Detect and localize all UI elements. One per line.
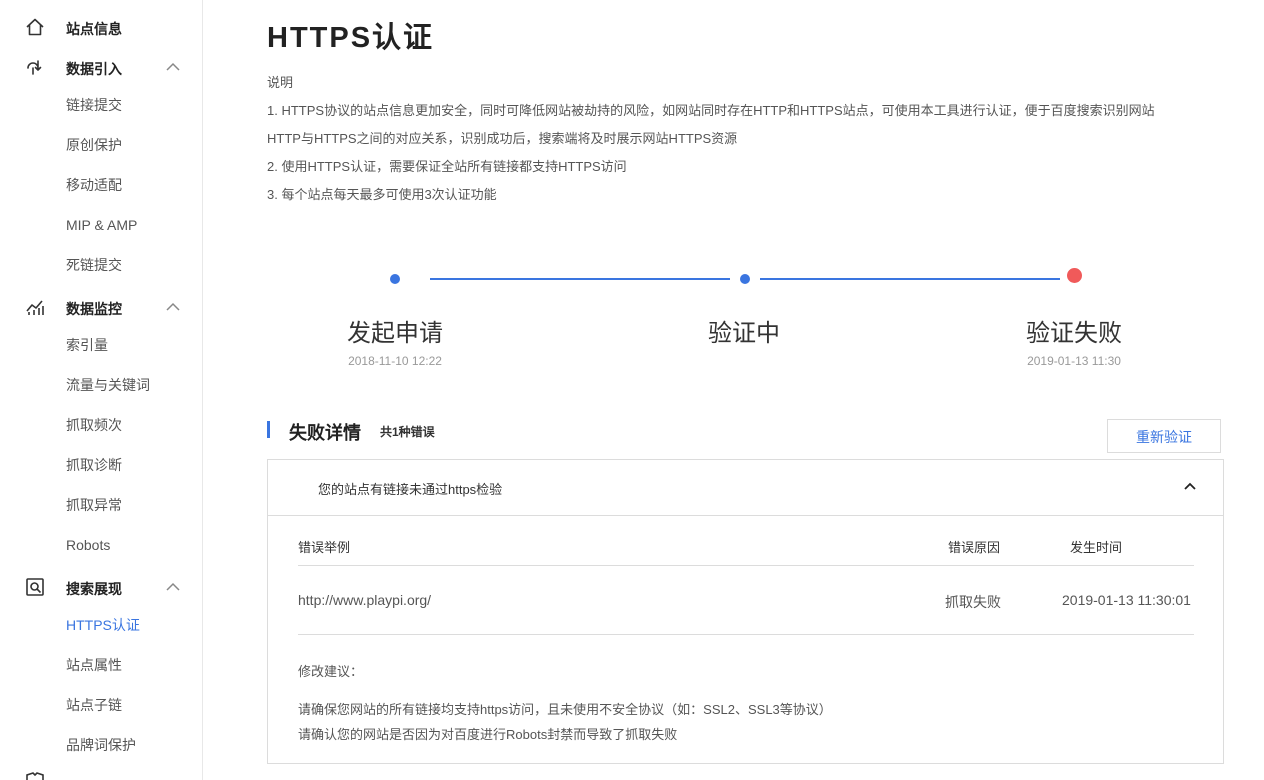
- panel-header[interactable]: 您的站点有链接未通过https检验: [268, 460, 1223, 516]
- chevron-up-icon[interactable]: [165, 299, 181, 315]
- sidebar-item-traffic-keywords[interactable]: 流量与关键词: [66, 375, 150, 395]
- error-time: 2019-01-13 11:30:01: [1062, 592, 1191, 608]
- error-url: http://www.playpi.org/: [298, 592, 432, 608]
- sidebar-group-label: 搜索展现: [66, 581, 122, 597]
- step-time-submitted: 2018-11-10 12:22: [348, 354, 442, 368]
- sidebar-item-mobile-adapt[interactable]: 移动适配: [66, 175, 122, 195]
- sidebar-item-site-attributes[interactable]: 站点属性: [66, 655, 122, 675]
- sidebar-item-crawl-errors[interactable]: 抓取异常: [66, 495, 122, 515]
- step-dot-failed: [1067, 268, 1082, 283]
- section-accent-bar: [267, 421, 270, 438]
- step-dot-submitted: [390, 274, 400, 284]
- sidebar: 站点信息 数据引入 链接提交 原创保护 移动适配 MIP & AMP 死链提交 …: [0, 0, 203, 780]
- panel-title: 您的站点有链接未通过https检验: [318, 482, 503, 497]
- step-label-failed: 验证失败: [1026, 320, 1122, 347]
- column-header-time: 发生时间: [1070, 540, 1123, 555]
- home-icon: [26, 18, 44, 36]
- sidebar-item-link-submit[interactable]: 链接提交: [66, 95, 122, 115]
- chevron-up-icon[interactable]: [165, 59, 181, 75]
- progress-line: [430, 278, 730, 280]
- step-time-failed: 2019-01-13 11:30: [1027, 354, 1121, 368]
- sidebar-item-brand-protection[interactable]: 品牌词保护: [66, 735, 136, 755]
- next-group-icon: [26, 772, 44, 780]
- sidebar-item-crawl-diagnosis[interactable]: 抓取诊断: [66, 455, 122, 475]
- suggestion-heading: 修改建议：: [298, 664, 364, 679]
- progress-line: [760, 278, 1060, 280]
- description-line: 1. HTTPS协议的站点信息更加安全，同时可降低网站被劫持的风险，如网站同时存…: [267, 103, 1155, 118]
- data-import-icon: [27, 60, 42, 75]
- sidebar-group-data-monitor[interactable]: 数据监控: [0, 287, 202, 327]
- sidebar-item-index-volume[interactable]: 索引量: [66, 335, 108, 355]
- chevron-up-icon[interactable]: [1182, 478, 1198, 494]
- step-label-verifying: 验证中: [708, 320, 780, 347]
- step-label-submitted: 发起申请: [347, 320, 443, 347]
- page-title: HTTPS认证: [267, 22, 435, 54]
- sidebar-item-https-auth[interactable]: HTTPS认证: [66, 615, 140, 635]
- suggestion-line: 请确保您网站的所有链接均支持https访问，且未使用不安全协议（如：SSL2、S…: [298, 702, 832, 717]
- error-count: 共1种错误: [380, 425, 435, 439]
- error-reason: 抓取失败: [945, 594, 1001, 610]
- chart-icon: [26, 300, 44, 315]
- description-line: 2. 使用HTTPS认证，需要保证全站所有链接都支持HTTPS访问: [267, 159, 627, 174]
- failure-panel: 您的站点有链接未通过https检验 错误举例 错误原因 发生时间 http://…: [267, 459, 1224, 764]
- chevron-up-icon[interactable]: [165, 579, 181, 595]
- sidebar-item-crawl-frequency[interactable]: 抓取频次: [66, 415, 122, 435]
- divider: [298, 634, 1194, 635]
- sidebar-item-robots[interactable]: Robots: [66, 535, 110, 555]
- section-title: 失败详情: [289, 423, 361, 443]
- description-heading: 说明: [267, 75, 294, 90]
- sidebar-group-search-display[interactable]: 搜索展现: [0, 567, 202, 607]
- description-line: HTTP与HTTPS之间的对应关系，识别成功后，搜索端将及时展示网站HTTPS资…: [267, 131, 738, 146]
- sidebar-item-sitelinks[interactable]: 站点子链: [66, 695, 122, 715]
- search-display-icon: [26, 578, 44, 596]
- sidebar-group-label: 站点信息: [66, 21, 122, 37]
- description-line: 3. 每个站点每天最多可使用3次认证功能: [267, 187, 497, 202]
- sidebar-item-original-protection[interactable]: 原创保护: [66, 135, 122, 155]
- sidebar-group-site-info[interactable]: 站点信息: [0, 7, 202, 47]
- suggestion-line: 请确认您的网站是否因为对百度进行Robots封禁而导致了抓取失败: [298, 727, 678, 742]
- sidebar-group-data-import[interactable]: 数据引入: [0, 47, 202, 87]
- column-header-example: 错误举例: [298, 540, 351, 555]
- sidebar-group-label: 数据引入: [66, 61, 122, 77]
- divider: [298, 565, 1194, 566]
- step-dot-verifying: [740, 274, 750, 284]
- sidebar-item-mip-amp[interactable]: MIP & AMP: [66, 215, 137, 235]
- retry-verify-button[interactable]: 重新验证: [1107, 419, 1221, 453]
- sidebar-group-label: 数据监控: [66, 301, 122, 317]
- sidebar-item-dead-link[interactable]: 死链提交: [66, 255, 122, 275]
- column-header-reason: 错误原因: [948, 540, 1001, 555]
